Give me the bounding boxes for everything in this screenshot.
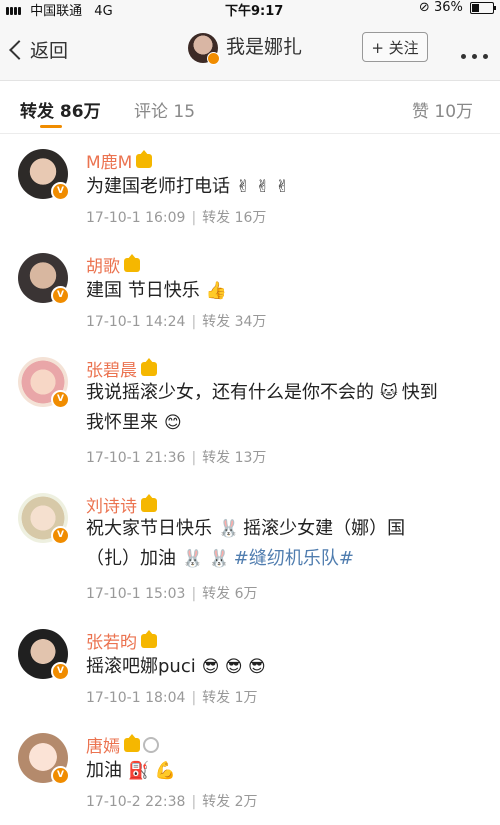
page-title: 我是娜扎 <box>188 32 303 65</box>
victory-hand-icon: ✌ ✌ ✌ <box>236 177 290 197</box>
repost-text: 祝大家节日快乐 🐰 摇滚少女建（娜）国 （扎）加油 🐰 🐰 #缝纫机乐队# <box>86 514 486 574</box>
user-name[interactable]: M鹿M <box>86 148 153 173</box>
verified-badge-icon: V <box>51 390 70 409</box>
crown-icon <box>124 734 140 752</box>
tab-repost[interactable]: 转发 86万 <box>20 97 101 122</box>
rabbit-face-icon: 🐰 🐰 <box>182 549 230 569</box>
repost-text: 为建国老师打电话 ✌ ✌ ✌ <box>86 172 486 202</box>
tab-indicator <box>40 125 62 128</box>
repost-text: 摇滚吧娜puci 😎 😎 😎 <box>86 652 486 682</box>
smile-icon: 😊 <box>164 413 182 433</box>
repost-meta: 17-10-1 16:09 | 转发 16万 <box>86 210 267 226</box>
follow-button[interactable]: + 关注 <box>362 32 428 62</box>
crown-icon <box>124 254 140 272</box>
avatar[interactable]: V <box>18 357 70 409</box>
carrier-label: 中国联通 <box>30 4 83 19</box>
medal-icon <box>143 737 159 753</box>
status-bar: 中国联通 4G 下午9:17 ⊘ 36% <box>0 0 500 19</box>
lock-rotation-icon: ⊘ <box>418 0 430 15</box>
tab-like[interactable]: 赞 10万 <box>412 97 473 122</box>
status-time: 下午9:17 <box>225 4 284 19</box>
hashtag-link[interactable]: #缝纫机乐队# <box>234 548 354 569</box>
back-button[interactable]: 返回 <box>9 36 69 63</box>
verified-badge-icon <box>207 51 220 65</box>
user-name[interactable]: 张若昀 <box>86 628 157 653</box>
repost-meta: 17-10-2 22:38 | 转发 2万 <box>86 794 258 810</box>
tab-comment[interactable]: 评论 15 <box>134 97 195 122</box>
signal-icon <box>6 4 22 19</box>
sunglasses-face-icon: 😎 😎 😎 <box>201 657 266 677</box>
list-item[interactable]: V 胡歌 建国 节日快乐 👍 17-10-1 14:24 | 转发 34万 <box>0 238 500 343</box>
user-name[interactable]: 唐嫣 <box>86 732 159 757</box>
verified-badge-icon: V <box>51 526 70 545</box>
repost-text: 我说摇滚少女，还有什么是你不会的 🐱 快到 我怀里来 😊 <box>86 378 486 438</box>
avatar[interactable]: V <box>18 493 70 545</box>
repost-text: 加油 ⛽ 💪 <box>86 756 486 786</box>
crown-icon <box>141 494 157 512</box>
more-menu-icon[interactable] <box>455 44 488 63</box>
avatar <box>188 32 220 65</box>
status-right: ⊘ 36% <box>418 0 496 15</box>
crown-icon <box>141 630 157 648</box>
repost-meta: 17-10-1 14:24 | 转发 34万 <box>86 314 267 330</box>
repost-text: 建国 节日快乐 👍 <box>86 276 486 306</box>
cat-face-icon: 🐱 <box>380 383 398 403</box>
verified-badge-icon: V <box>51 286 70 305</box>
crown-icon <box>141 358 157 376</box>
chevron-left-icon <box>9 39 29 60</box>
list-item[interactable]: V 张若昀 摇滚吧娜puci 😎 😎 😎 17-10-1 18:04 | 转发 1万 <box>0 614 500 719</box>
verified-badge-icon: V <box>51 766 70 785</box>
thumbs-up-icon: 👍 <box>205 281 227 301</box>
avatar[interactable]: V <box>18 149 70 201</box>
fuel-and-muscle-icon: ⛽ 💪 <box>128 761 176 781</box>
network-label: 4G <box>94 4 113 19</box>
avatar[interactable]: V <box>18 733 70 785</box>
repost-meta: 17-10-1 18:04 | 转发 1万 <box>86 690 258 706</box>
rabbit-face-icon: 🐰 <box>218 519 240 539</box>
verified-badge-icon: V <box>51 662 70 681</box>
tab-bar: 转发 86万 评论 15 赞 10万 <box>0 81 500 134</box>
status-left: 中国联通 4G <box>6 0 113 19</box>
avatar[interactable]: V <box>18 629 70 681</box>
user-name[interactable]: 胡歌 <box>86 252 140 277</box>
page-title-text: 我是娜扎 <box>226 36 303 58</box>
list-item[interactable]: V 刘诗诗 祝大家节日快乐 🐰 摇滚少女建（娜）国 （扎）加油 🐰 🐰 #缝纫机乐队# … <box>0 478 500 615</box>
back-label: 返回 <box>30 40 69 62</box>
repost-meta: 17-10-1 15:03 | 转发 6万 <box>86 586 258 602</box>
list-item[interactable]: V M鹿M 为建国老师打电话 ✌ ✌ ✌ 17-10-1 16:09 | 转发 16万 <box>0 134 500 239</box>
list-item[interactable]: V 唐嫣 加油 ⛽ 💪 17-10-2 22:38 | 转发 2万 <box>0 718 500 825</box>
nav-bar: 返回 我是娜扎 + 关注 <box>0 18 500 81</box>
list-item[interactable]: V 张碧晨 我说摇滚少女，还有什么是你不会的 🐱 快到 我怀里来 😊 17-10-1 … <box>0 342 500 479</box>
battery-icon <box>470 1 496 14</box>
crown-icon <box>136 150 153 168</box>
verified-badge-icon: V <box>51 182 70 201</box>
battery-percent: 36% <box>433 0 463 15</box>
avatar[interactable]: V <box>18 253 70 305</box>
repost-meta: 17-10-1 21:36 | 转发 13万 <box>86 450 267 466</box>
